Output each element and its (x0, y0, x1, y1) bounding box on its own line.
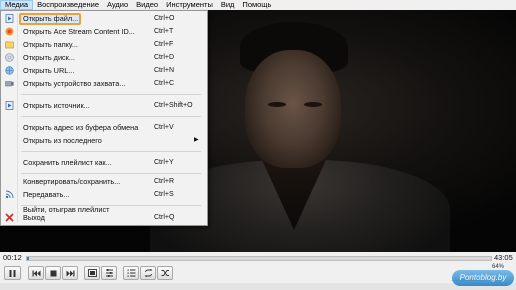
menu-item-convert-save[interactable]: Конвертировать/сохранить... Ctrl+R (1, 175, 207, 188)
video-figure-eye (268, 102, 286, 107)
menu-playback[interactable]: Воспроизведение (33, 0, 103, 10)
menu-item-open-capture-device[interactable]: Открыть устройство захвата... Ctrl+C (1, 77, 207, 90)
playlist-icon (127, 269, 135, 277)
video-figure-eye (304, 102, 322, 107)
submenu-arrow-icon: ▶ (194, 137, 199, 143)
disc-icon (5, 53, 14, 62)
seek-slider[interactable] (26, 256, 492, 261)
time-bar: 00:12 43:05 (0, 252, 516, 263)
menu-bar: Медиа Воспроизведение Аудио Видео Инстру… (0, 0, 516, 10)
total-time: 43:05 (494, 253, 513, 262)
video-figure-face (245, 50, 341, 168)
pause-icon (9, 269, 16, 277)
next-icon (66, 270, 74, 276)
status-bar (0, 283, 516, 290)
stream-icon (5, 190, 14, 199)
media-menu-dropdown: Открыть файл... Ctrl+O Открыть Ace Strea… (0, 10, 208, 226)
playlist-button[interactable] (123, 266, 139, 280)
menu-separator (21, 116, 201, 117)
menu-item-open-source[interactable]: Открыть источник... Ctrl+Shift+O (1, 99, 207, 112)
shuffle-button[interactable] (157, 266, 173, 280)
equalizer-icon (105, 269, 113, 277)
network-icon (5, 66, 14, 75)
menu-item-open-folder[interactable]: Открыть папку... Ctrl+F (1, 38, 207, 51)
exit-icon (5, 213, 14, 222)
stop-icon (50, 270, 56, 276)
menu-item-open-disc[interactable]: Открыть диск... Ctrl+D (1, 51, 207, 64)
menu-item-open-url[interactable]: Открыть URL... Ctrl+N (1, 64, 207, 77)
folder-icon (5, 40, 14, 49)
menu-media[interactable]: Медиа (0, 0, 34, 10)
loop-icon (144, 269, 152, 277)
menu-item-save-playlist[interactable]: Сохранить плейлист как... Ctrl+Y (1, 156, 207, 169)
playback-controls: 64% (0, 263, 516, 283)
shuffle-icon (161, 270, 169, 276)
menu-view[interactable]: Вид (217, 0, 239, 10)
menu-separator (21, 94, 201, 95)
fullscreen-button[interactable] (84, 266, 100, 280)
menu-item-stream[interactable]: Передавать... Ctrl+S (1, 188, 207, 201)
menu-item-open-recent[interactable]: Открыть из последнего ▶ (1, 134, 207, 147)
menu-tools[interactable]: Инструменты (162, 0, 217, 10)
loop-button[interactable] (140, 266, 156, 280)
menu-item-exit[interactable]: Выход Ctrl+Q (1, 211, 207, 224)
menu-help[interactable]: Помощь (238, 0, 275, 10)
seek-progress (27, 257, 30, 260)
ace-stream-icon (5, 27, 14, 36)
pause-button[interactable] (4, 266, 21, 280)
fullscreen-icon (87, 269, 97, 277)
menu-separator (21, 151, 201, 152)
watermark-logo: Pontoblog.by (452, 270, 514, 286)
open-source-icon (5, 101, 14, 110)
previous-icon (32, 270, 40, 276)
previous-button[interactable] (28, 266, 44, 280)
elapsed-time: 00:12 (3, 253, 22, 262)
menu-video[interactable]: Видео (132, 0, 162, 10)
stop-button[interactable] (45, 266, 61, 280)
menu-audio[interactable]: Аудио (103, 0, 132, 10)
extended-settings-button[interactable] (101, 266, 117, 280)
menu-item-open-clipboard[interactable]: Открыть адрес из буфера обмена Ctrl+V (1, 121, 207, 134)
menu-item-open-file[interactable]: Открыть файл... Ctrl+O (1, 12, 207, 25)
open-file-icon (5, 14, 14, 23)
next-button[interactable] (62, 266, 78, 280)
capture-device-icon (5, 79, 14, 88)
menu-separator (21, 173, 201, 174)
menu-item-open-ace-stream[interactable]: Открыть Ace Stream Content ID... Ctrl+T (1, 25, 207, 38)
